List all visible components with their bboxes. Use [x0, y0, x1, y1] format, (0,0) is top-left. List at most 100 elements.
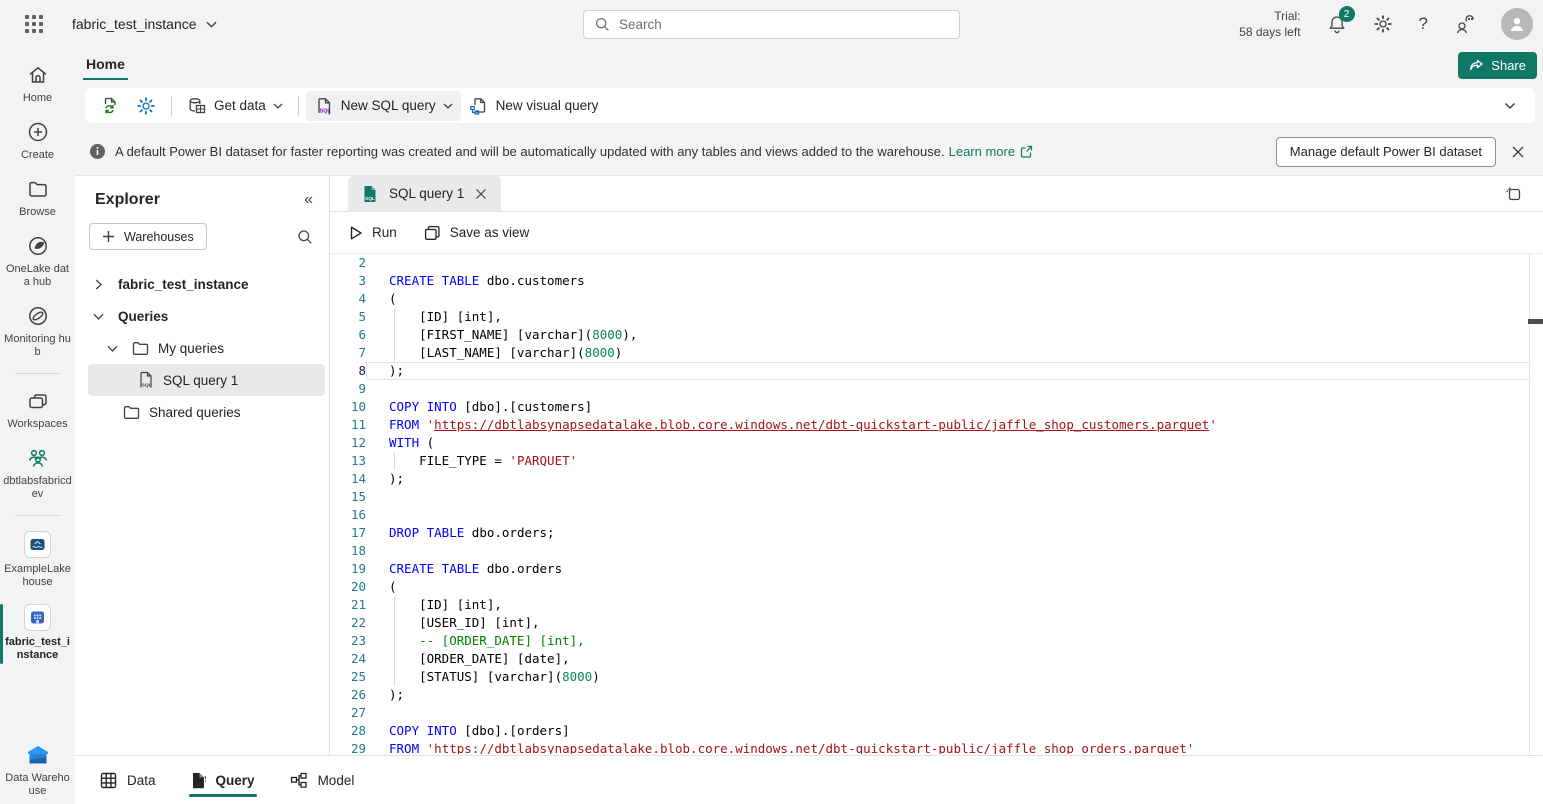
line-number: 24 [330, 650, 366, 668]
learn-more-link[interactable]: Learn more [949, 144, 1033, 159]
toolbar-divider [298, 96, 299, 116]
line-number: 15 [330, 488, 366, 506]
tree-item-warehouse[interactable]: fabric_test_instance [75, 268, 329, 300]
nav-item-onelake-data-hub[interactable]: OneLake data hub [0, 234, 75, 289]
code-line[interactable]: 3CREATE TABLE dbo.customers [330, 272, 1543, 290]
nav-label: Workspaces [4, 418, 70, 431]
new-visual-query-button[interactable]: New visual query [461, 91, 607, 121]
search-input[interactable]: Search [583, 10, 960, 39]
line-number: 6 [330, 326, 366, 344]
collapse-panel-button[interactable]: « [304, 191, 313, 209]
tree-item-my-queries[interactable]: My queries [75, 332, 329, 364]
workspaces-icon [26, 389, 50, 413]
code-line[interactable]: 13 FILE_TYPE = 'PARQUET' [330, 452, 1543, 470]
tab-sql-query-1[interactable]: SQL SQL query 1 [348, 176, 501, 212]
code-line[interactable]: 16 [330, 506, 1543, 524]
code-text: ( [366, 290, 1530, 308]
banner-close-button[interactable] [1511, 145, 1525, 159]
app-launcher-icon[interactable] [25, 15, 43, 33]
copy-button[interactable] [1504, 185, 1522, 203]
code-text: CREATE TABLE dbo.customers [366, 272, 1530, 290]
chevron-down-icon [1504, 102, 1516, 110]
code-line[interactable]: 10COPY INTO [dbo].[customers] [330, 398, 1543, 416]
explorer-actions: Warehouses [75, 218, 329, 255]
tab-query[interactable]: Query [191, 756, 255, 804]
code-line[interactable]: 26); [330, 686, 1543, 704]
ribbon-tab-home[interactable]: Home [83, 53, 128, 80]
tree-item-sql-query-1-selected[interactable]: SQL SQL query 1 [88, 364, 325, 396]
code-line[interactable]: 19CREATE TABLE dbo.orders [330, 560, 1543, 578]
code-line[interactable]: 17DROP TABLE dbo.orders; [330, 524, 1543, 542]
code-text: COPY INTO [dbo].[orders] [366, 722, 1530, 740]
line-number: 16 [330, 506, 366, 524]
code-line[interactable]: 22 [USER_ID] [int], [330, 614, 1543, 632]
run-button[interactable]: Run [349, 225, 397, 241]
workspace-selector[interactable]: fabric_test_instance [72, 16, 217, 32]
share-button[interactable]: Share [1458, 52, 1537, 79]
toolbar-expand-button[interactable] [1504, 102, 1516, 110]
code-line[interactable]: 24 [ORDER_DATE] [date], [330, 650, 1543, 668]
manage-dataset-button[interactable]: Manage default Power BI dataset [1276, 137, 1496, 167]
code-line[interactable]: 12WITH ( [330, 434, 1543, 452]
new-sql-query-button[interactable]: SQL New SQL query [306, 91, 461, 121]
share-icon [1469, 59, 1484, 73]
tab-close-button[interactable] [475, 188, 487, 200]
play-icon [349, 225, 363, 241]
line-number: 19 [330, 560, 366, 578]
code-line[interactable]: 28COPY INTO [dbo].[orders] [330, 722, 1543, 740]
settings-button[interactable] [1373, 14, 1393, 34]
code-line[interactable]: 8); [330, 362, 1543, 380]
code-line[interactable]: 29FROM 'https://dbtlabsynapsedatalake.bl… [330, 740, 1543, 754]
nav-item-workspaces[interactable]: Workspaces [0, 389, 75, 431]
sql-file-icon: SQL [314, 96, 334, 116]
nav-item-home[interactable]: Home [0, 63, 75, 105]
chevron-down-icon [107, 345, 118, 352]
feedback-button[interactable] [1454, 14, 1475, 34]
code-line[interactable]: 20( [330, 578, 1543, 596]
notifications-button[interactable]: 2 [1327, 14, 1347, 34]
code-line[interactable]: 27 [330, 704, 1543, 722]
code-line[interactable]: 6 [FIRST_NAME] [varchar](8000), [330, 326, 1543, 344]
query-settings-button[interactable] [128, 91, 164, 121]
code-line[interactable]: 15 [330, 488, 1543, 506]
code-line[interactable]: 14); [330, 470, 1543, 488]
code-line[interactable]: 9 [330, 380, 1543, 398]
code-line[interactable]: 25 [STATUS] [varchar](8000) [330, 668, 1543, 686]
code-line[interactable]: 23 -- [ORDER_DATE] [int], [330, 632, 1543, 650]
save-as-view-button[interactable]: Save as view [424, 225, 530, 241]
tab-data[interactable]: Data [100, 756, 156, 804]
line-number: 10 [330, 398, 366, 416]
add-warehouses-button[interactable]: Warehouses [89, 223, 207, 250]
nav-item-examplelakehouse[interactable]: ExampleLakehouse [0, 531, 75, 589]
code-line[interactable]: 4( [330, 290, 1543, 308]
gear-icon [1373, 14, 1393, 34]
tree-item-queries[interactable]: Queries [75, 300, 329, 332]
nav-item-dbtlabsfabricdev[interactable]: dbtlabsfabricdev [0, 446, 75, 501]
code-line[interactable]: 7 [LAST_NAME] [varchar](8000) [330, 344, 1543, 362]
line-number: 2 [330, 254, 366, 272]
tab-model[interactable]: Model [290, 756, 355, 804]
nav-item-monitoring-hub[interactable]: Monitoring hub [0, 304, 75, 359]
line-number: 25 [330, 668, 366, 686]
code-line[interactable]: 2 [330, 254, 1543, 272]
sql-editor[interactable]: 23CREATE TABLE dbo.customers4(5 [ID] [in… [330, 254, 1543, 754]
code-text: [USER_ID] [int], [366, 614, 1530, 632]
avatar[interactable] [1501, 8, 1533, 40]
explorer-search-button[interactable] [297, 229, 313, 245]
code-text [366, 488, 1530, 506]
topbar-actions: Trial: 58 days left 2 ? [1239, 0, 1533, 48]
nav-label: dbtlabsfabricdev [0, 475, 75, 501]
code-line[interactable]: 5 [ID] [int], [330, 308, 1543, 326]
code-line[interactable]: 18 [330, 542, 1543, 560]
nav-label: Data Warehouse [0, 772, 75, 798]
refresh-button[interactable] [92, 91, 128, 121]
nav-item-data-warehouse[interactable]: Data Warehouse [0, 743, 75, 798]
help-button[interactable]: ? [1419, 14, 1428, 34]
tree-item-shared-queries[interactable]: Shared queries [75, 396, 329, 428]
get-data-button[interactable]: Get data [179, 91, 291, 121]
code-line[interactable]: 21 [ID] [int], [330, 596, 1543, 614]
code-line[interactable]: 11FROM 'https://dbtlabsynapsedatalake.bl… [330, 416, 1543, 434]
nav-item-fabric-test-instance[interactable]: fabric_test_instance [0, 604, 75, 662]
nav-item-create[interactable]: Create [0, 120, 75, 162]
nav-item-browse[interactable]: Browse [0, 177, 75, 219]
